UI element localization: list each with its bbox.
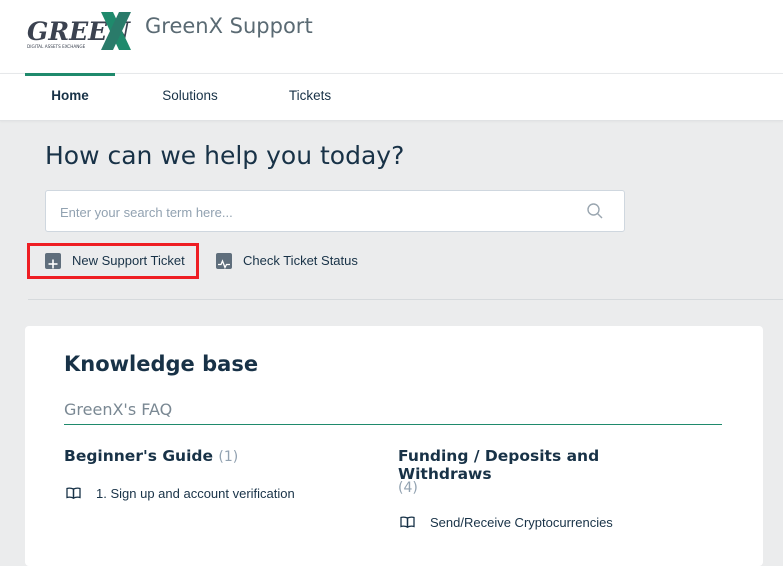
main-nav: Home Solutions Tickets [0, 73, 783, 121]
knowledge-base-card: Knowledge base GreenX's FAQ Beginner's G… [25, 326, 763, 566]
search-box [45, 190, 625, 233]
greenx-logo[interactable]: GREEN DIGITAL ASSETS EXCHANGE [25, 6, 135, 52]
faq-section-title[interactable]: GreenX's FAQ [64, 400, 172, 419]
check-ticket-status-label: Check Ticket Status [243, 253, 358, 268]
category-title: Beginner's Guide [64, 447, 214, 465]
divider [28, 299, 783, 300]
category-title: Funding / Deposits and Withdraws [398, 447, 600, 483]
category-count: (1) [218, 449, 239, 465]
tab-tickets[interactable]: Tickets [265, 74, 355, 120]
check-ticket-status-button[interactable]: Check Ticket Status [216, 246, 366, 276]
header: GREEN DIGITAL ASSETS EXCHANGE GreenX Sup… [0, 0, 783, 73]
category-count: (4) [398, 480, 418, 496]
search-input[interactable] [58, 191, 582, 233]
knowledge-base-title: Knowledge base [64, 352, 259, 376]
section-divider [64, 424, 722, 425]
activity-icon [216, 253, 232, 270]
category-beginners-guide[interactable]: Beginner's Guide (1) [64, 447, 238, 465]
new-support-ticket-button[interactable]: New Support Ticket [45, 246, 195, 276]
hero-title: How can we help you today? [45, 141, 405, 170]
category-funding-count: (4) [398, 478, 418, 496]
portal-title: GreenX Support [145, 14, 313, 38]
category-funding[interactable]: Funding / Deposits and Withdraws [398, 447, 698, 483]
new-support-ticket-label: New Support Ticket [72, 253, 185, 268]
tab-home[interactable]: Home [25, 73, 115, 120]
book-icon [400, 516, 415, 528]
search-icon[interactable] [586, 202, 604, 220]
book-icon [66, 487, 81, 499]
svg-text:DIGITAL ASSETS EXCHANGE: DIGITAL ASSETS EXCHANGE [27, 44, 86, 49]
plus-icon [45, 253, 61, 269]
article-title: 1. Sign up and account verification [96, 486, 295, 501]
article-title: Send/Receive Cryptocurrencies [430, 515, 613, 530]
tab-solutions[interactable]: Solutions [145, 74, 235, 120]
